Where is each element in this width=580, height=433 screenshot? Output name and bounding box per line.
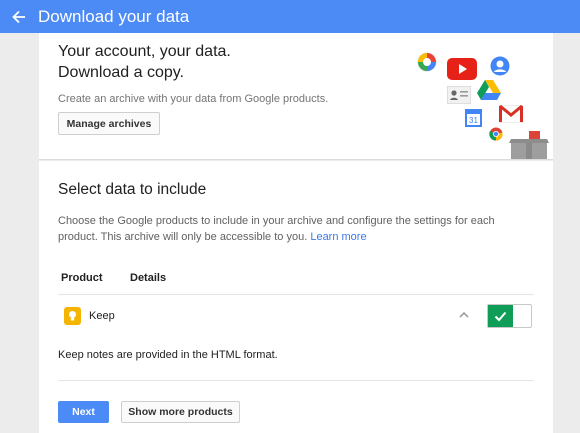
divider	[58, 380, 534, 381]
select-data-card: Select data to include Choose the Google…	[39, 161, 553, 433]
app-bar: Download your data	[0, 0, 580, 33]
gmail-icon	[499, 105, 523, 123]
hero-description: Create an archive with your data from Go…	[58, 93, 329, 105]
box-icon	[509, 131, 549, 159]
arrow-back-icon[interactable]	[0, 0, 38, 33]
keep-bulb-icon	[64, 307, 81, 325]
svg-text:31: 31	[469, 116, 478, 125]
check-icon	[488, 305, 513, 327]
manage-archives-button[interactable]: Manage archives	[58, 112, 160, 135]
drive-icon	[477, 80, 501, 100]
contacts-icon	[447, 86, 471, 104]
hero-title: Your account, your data. Download a copy…	[58, 41, 231, 83]
product-name: Keep	[89, 310, 115, 322]
picasa-icon	[417, 52, 437, 72]
profile-icon	[490, 56, 510, 76]
page-title: Download your data	[38, 6, 190, 26]
product-icon-cluster: 31	[413, 49, 553, 161]
learn-more-link[interactable]: Learn more	[310, 231, 366, 243]
hero-title-line1: Your account, your data.	[58, 43, 231, 60]
hero-title-line2: Download a copy.	[58, 64, 184, 81]
section-title: Select data to include	[58, 181, 207, 198]
next-button[interactable]: Next	[58, 401, 109, 423]
section-description-text: Choose the Google products to include in…	[58, 215, 495, 243]
show-more-products-button[interactable]: Show more products	[121, 401, 240, 423]
include-toggle[interactable]	[487, 304, 532, 328]
product-details-note: Keep notes are provided in the HTML form…	[58, 349, 278, 361]
column-header-product: Product	[61, 272, 103, 284]
chrome-icon	[489, 127, 503, 141]
product-row-keep[interactable]: Keep	[58, 295, 534, 337]
chevron-up-icon[interactable]	[458, 309, 470, 321]
calendar-icon: 31	[465, 109, 482, 127]
hero-card: Your account, your data. Download a copy…	[39, 33, 553, 160]
section-description: Choose the Google products to include in…	[58, 213, 528, 245]
youtube-icon	[447, 58, 477, 80]
column-header-details: Details	[130, 272, 167, 284]
